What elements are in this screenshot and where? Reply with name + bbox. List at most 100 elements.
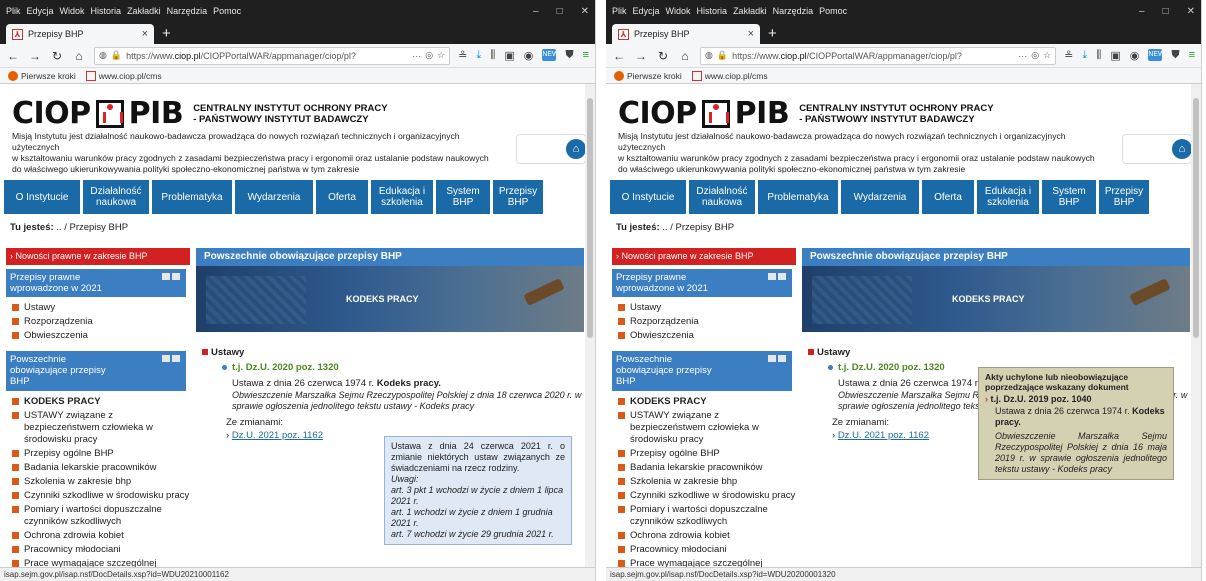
sidebar-item-kodeks-pracy[interactable]: KODEKS PRACY bbox=[6, 395, 190, 409]
nav-dzialalnosc-naukowa[interactable]: Działalność naukowa bbox=[689, 180, 755, 214]
account-icon[interactable]: ◉ bbox=[524, 49, 534, 62]
reader-icon[interactable]: ≗ bbox=[1064, 49, 1073, 62]
library-icon[interactable]: ⫼ bbox=[1096, 49, 1101, 62]
menu-help[interactable]: Pomoc bbox=[819, 6, 847, 16]
tab-close-icon[interactable]: × bbox=[142, 28, 148, 40]
sidebar-news-link[interactable]: › Nowości prawne w zakresie BHP bbox=[612, 248, 796, 265]
scrollbar-thumb[interactable] bbox=[1193, 98, 1199, 338]
breadcrumb-ellipsis[interactable]: .. bbox=[662, 222, 667, 233]
back-icon[interactable]: ← bbox=[6, 49, 20, 63]
forward-icon[interactable]: → bbox=[28, 49, 42, 63]
new-tab-button[interactable]: + bbox=[760, 25, 785, 44]
sidebar-head-powszechnie[interactable]: Powszechnie obowiązujące przepisy BHP bbox=[612, 351, 792, 391]
pocket-icon[interactable]: ◎ bbox=[425, 50, 433, 61]
sidebar-icon[interactable]: ▣ bbox=[1110, 49, 1120, 62]
sidebar-head-2021[interactable]: Przepisy prawne wprowadzone w 2021 bbox=[6, 269, 186, 297]
tooltip-doc-entry[interactable]: › t.j. Dz.U. 2019 poz. 1040 bbox=[985, 394, 1167, 405]
sidebar-item-obwieszczenia[interactable]: Obwieszczenia bbox=[612, 329, 796, 343]
tab-close-icon[interactable]: × bbox=[748, 28, 754, 40]
sidebar-item-kobiety[interactable]: Ochrona zdrowia kobiet bbox=[6, 529, 190, 543]
download-icon[interactable]: ⤓ bbox=[1082, 49, 1087, 62]
url-bar[interactable]: ◍ 🔒 https://www.ciop.pl/CIOPPortalWAR/ap… bbox=[700, 46, 1057, 65]
download-icon[interactable]: ⤓ bbox=[476, 49, 481, 62]
change-link[interactable]: Dz.U. 2021 poz. 1162 bbox=[838, 430, 929, 441]
menu-bookmarks[interactable]: Zakładki bbox=[127, 6, 161, 16]
forward-icon[interactable]: → bbox=[634, 49, 648, 63]
menu-bookmarks[interactable]: Zakładki bbox=[733, 6, 767, 16]
shield-icon[interactable]: ◍ bbox=[99, 50, 107, 61]
tab-przepisy-bhp[interactable]: ⅄ Przepisy BHP × bbox=[612, 24, 760, 44]
bookmark-star-icon[interactable]: ☆ bbox=[1043, 50, 1051, 61]
shield-extension-icon[interactable]: ⛊ bbox=[565, 49, 573, 62]
sidebar-item-pomiary[interactable]: Pomiary i wartości dopuszczalne czynnikó… bbox=[6, 503, 190, 529]
reload-icon[interactable]: ↻ bbox=[656, 49, 670, 63]
sidebar-item-sprawnosc[interactable]: Prace wymagające szczególnej sprawności … bbox=[612, 557, 796, 567]
change-link[interactable]: Dz.U. 2021 poz. 1162 bbox=[232, 430, 323, 441]
sidebar-item-ogolne[interactable]: Przepisy ogólne BHP bbox=[6, 447, 190, 461]
page-actions-icon[interactable]: ··· bbox=[1018, 51, 1027, 61]
nav-oferta[interactable]: Oferta bbox=[316, 180, 368, 214]
sidebar-icon[interactable]: ▣ bbox=[504, 49, 514, 62]
nav-o-instytucie[interactable]: O Instytucie bbox=[610, 180, 686, 214]
sidebar-item-ustawy-bezp[interactable]: USTAWY związane z bezpieczeństwem człowi… bbox=[6, 409, 190, 447]
new-tab-button[interactable]: + bbox=[154, 25, 179, 44]
menu-tools[interactable]: Narzędzia bbox=[773, 6, 814, 16]
maximize-button[interactable]: □ bbox=[557, 6, 563, 17]
site-home-icon[interactable]: ⌂ bbox=[566, 139, 586, 159]
collapse-icon[interactable] bbox=[162, 273, 170, 280]
library-icon[interactable]: ⫼ bbox=[490, 49, 495, 62]
vertical-scrollbar[interactable] bbox=[585, 84, 595, 567]
back-icon[interactable]: ← bbox=[612, 49, 626, 63]
expand-icon[interactable] bbox=[172, 273, 180, 280]
nav-problematyka[interactable]: Problematyka bbox=[758, 180, 838, 214]
nav-przepisy-bhp[interactable]: Przepisy BHP bbox=[1099, 180, 1149, 214]
menu-history[interactable]: Historia bbox=[91, 6, 122, 16]
tab-przepisy-bhp[interactable]: ⅄ Przepisy BHP × bbox=[6, 24, 154, 44]
bookmark-ciop-cms[interactable]: www.ciop.pl/cms bbox=[85, 70, 162, 81]
scrollbar-thumb[interactable] bbox=[587, 98, 593, 338]
nav-przepisy-bhp[interactable]: Przepisy BHP bbox=[493, 180, 543, 214]
account-icon[interactable]: ◉ bbox=[1130, 49, 1140, 62]
nav-edukacja-i-szkolenia[interactable]: Edukacja i szkolenia bbox=[371, 180, 433, 214]
doc-entry[interactable]: t.j. Dz.U. 2020 poz. 1320 bbox=[222, 362, 339, 373]
shield-icon[interactable]: ◍ bbox=[705, 50, 713, 61]
sidebar-item-czynniki[interactable]: Czynniki szkodliwe w środowisku pracy bbox=[612, 489, 796, 503]
menu-history[interactable]: Historia bbox=[697, 6, 728, 16]
sidebar-item-kobiety[interactable]: Ochrona zdrowia kobiet bbox=[612, 529, 796, 543]
sidebar-item-ustawy[interactable]: Ustawy bbox=[612, 301, 796, 315]
expand-icon[interactable] bbox=[778, 273, 786, 280]
close-window-button[interactable]: ✕ bbox=[1187, 6, 1195, 17]
sidebar-item-ogolne[interactable]: Przepisy ogólne BHP bbox=[612, 447, 796, 461]
sidebar-item-ustawy-bezp[interactable]: USTAWY związane z bezpieczeństwem człowi… bbox=[612, 409, 796, 447]
sidebar-news-link[interactable]: › Nowości prawne w zakresie BHP bbox=[6, 248, 190, 265]
menu-icon[interactable]: ≡ bbox=[583, 49, 589, 62]
tooltip-doc-reference[interactable]: t.j. Dz.U. 2019 poz. 1040 bbox=[991, 394, 1092, 404]
bookmark-getting-started[interactable]: Pierwsze kroki bbox=[614, 70, 682, 81]
sidebar-item-mlodociani[interactable]: Pracownicy młodociani bbox=[6, 543, 190, 557]
sidebar-item-szkolenia[interactable]: Szkolenia w zakresie bhp bbox=[6, 475, 190, 489]
sidebar-item-obwieszczenia[interactable]: Obwieszczenia bbox=[6, 329, 190, 343]
page-actions-icon[interactable]: ··· bbox=[412, 51, 421, 61]
nav-oferta[interactable]: Oferta bbox=[922, 180, 974, 214]
site-home-icon[interactable]: ⌂ bbox=[1172, 139, 1192, 159]
menu-view[interactable]: Widok bbox=[60, 6, 85, 16]
home-icon[interactable]: ⌂ bbox=[678, 49, 692, 63]
pocket-icon[interactable]: ◎ bbox=[1031, 50, 1039, 61]
sidebar-head-powszechnie[interactable]: Powszechnie obowiązujące przepisy BHP bbox=[6, 351, 186, 391]
doc-reference[interactable]: t.j. Dz.U. 2020 poz. 1320 bbox=[838, 362, 945, 373]
nav-dzialalnosc-naukowa[interactable]: Działalność naukowa bbox=[83, 180, 149, 214]
reload-icon[interactable]: ↻ bbox=[50, 49, 64, 63]
bookmark-ciop-cms[interactable]: www.ciop.pl/cms bbox=[691, 70, 768, 81]
sidebar-head-2021[interactable]: Przepisy prawne wprowadzone w 2021 bbox=[612, 269, 792, 297]
nav-wydarzenia[interactable]: Wydarzenia bbox=[841, 180, 919, 214]
change-entry[interactable]: › Dz.U. 2021 poz. 1162 bbox=[226, 430, 323, 441]
menu-tools[interactable]: Narzędzia bbox=[167, 6, 208, 16]
sidebar-item-badania[interactable]: Badania lekarskie pracowników bbox=[612, 461, 796, 475]
url-bar[interactable]: ◍ 🔒 https://www.ciop.pl/CIOPPortalWAR/ap… bbox=[94, 46, 451, 65]
menu-edit[interactable]: Edycja bbox=[27, 6, 54, 16]
sidebar-item-sprawnosc[interactable]: Prace wymagające szczególnej sprawności … bbox=[6, 557, 190, 567]
sidebar-item-badania[interactable]: Badania lekarskie pracowników bbox=[6, 461, 190, 475]
menu-edit[interactable]: Edycja bbox=[633, 6, 660, 16]
doc-reference[interactable]: t.j. Dz.U. 2020 poz. 1320 bbox=[232, 362, 339, 373]
collapse-icon[interactable] bbox=[768, 355, 776, 362]
